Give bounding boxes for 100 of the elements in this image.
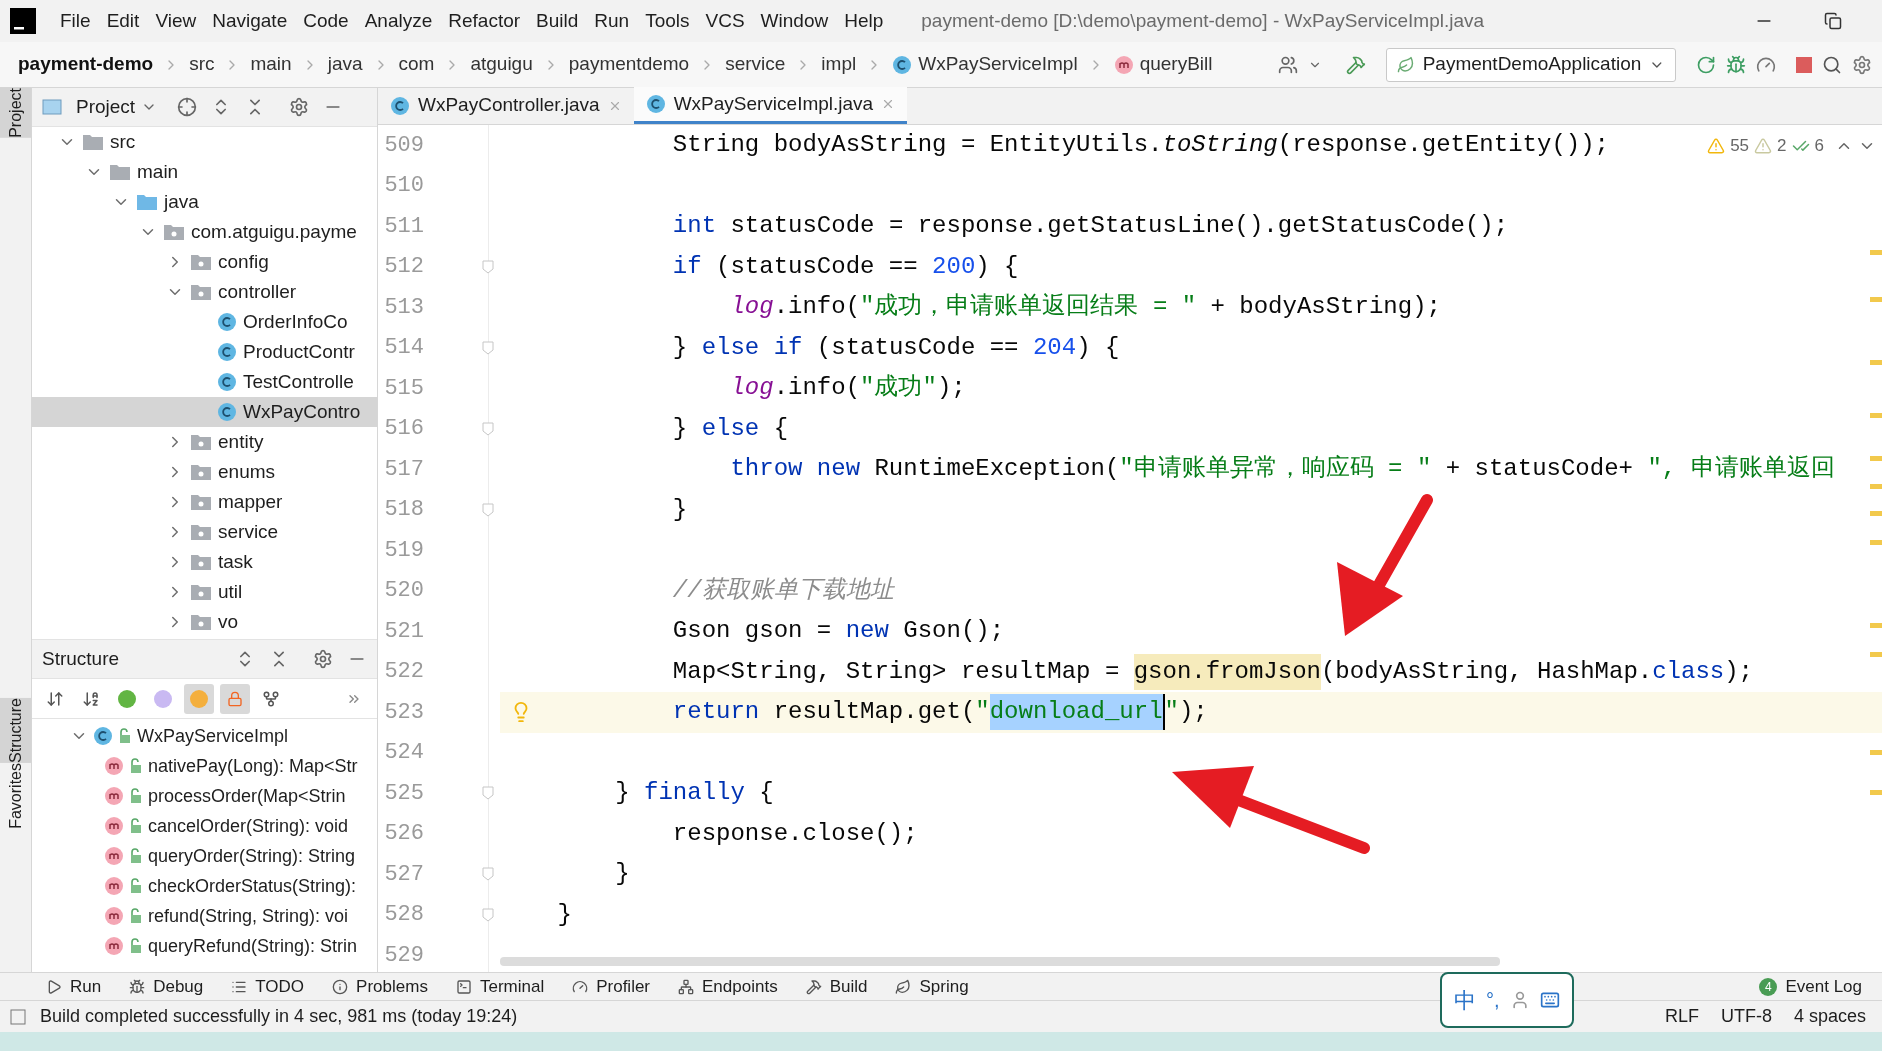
breadcrumb[interactable]: com bbox=[398, 50, 435, 79]
structure-item[interactable]: nativePay(Long): Map<Str bbox=[148, 752, 358, 780]
rerun-icon[interactable] bbox=[1696, 54, 1716, 75]
tree-row[interactable]: vo bbox=[32, 607, 377, 637]
structure-item[interactable]: queryOrder(String): String bbox=[148, 842, 356, 870]
status-item[interactable]: RLF bbox=[1664, 1003, 1699, 1030]
structure-item[interactable]: checkOrderStatus(String): bbox=[148, 872, 357, 900]
lock-icon bbox=[129, 848, 143, 864]
fold-marker-icon[interactable] bbox=[482, 502, 494, 517]
tree-row[interactable]: src bbox=[32, 127, 377, 157]
menu-item[interactable]: Edit bbox=[98, 6, 148, 36]
tree-row[interactable]: ProductContr bbox=[32, 337, 377, 367]
warning-count[interactable]: 55 bbox=[1730, 133, 1750, 159]
fold-marker-icon[interactable] bbox=[482, 907, 494, 922]
tool-window-button[interactable]: TODO bbox=[231, 973, 305, 1000]
tree-row[interactable]: mapper bbox=[32, 487, 377, 517]
menu-item[interactable]: Analyze bbox=[356, 6, 441, 36]
toggle-button[interactable] bbox=[184, 683, 214, 714]
tree-row[interactable]: OrderInfoCo bbox=[32, 307, 377, 337]
tree-label: main bbox=[137, 159, 179, 184]
menu-item[interactable]: Tools bbox=[637, 6, 698, 36]
structure-item[interactable]: queryRefund(String): Strin bbox=[148, 932, 358, 960]
keyboard-icon[interactable] bbox=[1539, 990, 1560, 1010]
settings-icon[interactable] bbox=[289, 97, 310, 117]
breadcrumb[interactable]: WxPayServiceImpl bbox=[892, 50, 1078, 79]
users-icon[interactable] bbox=[1278, 54, 1298, 75]
tool-window-button[interactable]: Terminal bbox=[455, 973, 545, 1000]
tool-window-button[interactable]: Spring bbox=[895, 973, 969, 1000]
tree-row[interactable]: enums bbox=[32, 457, 377, 487]
fold-marker-icon[interactable] bbox=[482, 259, 494, 274]
menu-item[interactable]: File bbox=[52, 6, 99, 36]
tool-window-button[interactable]: Problems bbox=[332, 973, 428, 1000]
tree-row[interactable]: java bbox=[32, 187, 377, 217]
stop-icon[interactable] bbox=[1796, 56, 1812, 73]
structure-item[interactable]: refund(String, String): voi bbox=[148, 902, 349, 930]
breadcrumb[interactable]: payment-demo bbox=[18, 50, 154, 79]
tool-window-button[interactable]: Build bbox=[805, 973, 868, 1000]
tree-row[interactable]: config bbox=[32, 247, 377, 277]
horizontal-scrollbar[interactable] bbox=[500, 957, 1500, 966]
breadcrumb[interactable]: queryBill bbox=[1113, 50, 1213, 79]
structure-item[interactable]: WxPayServiceImpl bbox=[137, 722, 289, 750]
menu-item[interactable]: Code bbox=[295, 6, 357, 36]
menu-item[interactable]: Window bbox=[752, 6, 837, 36]
tree-row[interactable]: entity bbox=[32, 427, 377, 457]
side-tab[interactable]: Favorites bbox=[0, 762, 31, 829]
breadcrumb[interactable]: main bbox=[250, 50, 292, 79]
side-tab[interactable]: Project bbox=[0, 88, 31, 138]
fold-marker-icon[interactable] bbox=[482, 340, 494, 355]
structure-item[interactable]: processOrder(Map<Strin bbox=[148, 782, 346, 810]
menu-item[interactable]: Build bbox=[528, 6, 587, 36]
tree-row[interactable]: TestControlle bbox=[32, 367, 377, 397]
breadcrumb[interactable]: src bbox=[189, 50, 215, 79]
menu-item[interactable]: VCS bbox=[697, 6, 753, 36]
project-view-dropdown[interactable]: Project bbox=[76, 92, 158, 122]
side-tab[interactable]: Structure bbox=[0, 697, 31, 763]
menu-item[interactable]: Refactor bbox=[440, 6, 529, 36]
locate-icon[interactable] bbox=[177, 97, 198, 117]
fold-marker-icon[interactable] bbox=[482, 867, 494, 882]
typo-count[interactable]: 6 bbox=[1814, 133, 1824, 159]
fold-marker-icon[interactable] bbox=[482, 421, 494, 436]
settings-icon[interactable] bbox=[313, 649, 333, 669]
status-item[interactable]: 4 spaces bbox=[1793, 1003, 1866, 1030]
tool-window-button[interactable]: Run bbox=[46, 973, 102, 1000]
breadcrumb[interactable]: java bbox=[327, 50, 363, 79]
breadcrumb[interactable]: paymentdemo bbox=[568, 50, 690, 79]
weak-warning-count[interactable]: 2 bbox=[1777, 133, 1787, 159]
hammer-icon[interactable] bbox=[1346, 54, 1366, 75]
tree-row[interactable]: controller bbox=[32, 277, 377, 307]
tree-row[interactable]: service bbox=[32, 517, 377, 547]
folder-icon bbox=[190, 583, 212, 601]
run-config-dropdown[interactable]: PaymentDemoApplication bbox=[1386, 47, 1676, 82]
menu-item[interactable]: Run bbox=[586, 6, 638, 36]
search-icon[interactable] bbox=[1822, 54, 1842, 75]
restore-icon[interactable] bbox=[1824, 12, 1842, 30]
tree-row[interactable]: com.atguigu.payme bbox=[32, 217, 377, 247]
menu-item[interactable]: View bbox=[147, 6, 205, 36]
toggle-button[interactable] bbox=[220, 683, 250, 714]
tree-row[interactable]: WxPayContro bbox=[32, 397, 377, 427]
menu-item[interactable]: Help bbox=[836, 6, 892, 36]
settings-icon[interactable] bbox=[1852, 54, 1872, 75]
punctuation-mode[interactable]: °, bbox=[1486, 985, 1500, 1015]
breadcrumb[interactable]: service bbox=[725, 50, 786, 79]
menu-item[interactable]: Navigate bbox=[204, 6, 296, 36]
breadcrumb[interactable]: impl bbox=[821, 50, 857, 79]
toggle-panel-icon[interactable] bbox=[10, 1008, 26, 1025]
tool-window-button[interactable]: Debug bbox=[129, 973, 204, 1000]
tool-window-button[interactable]: Endpoints bbox=[678, 973, 778, 1000]
structure-item[interactable]: cancelOrder(String): void bbox=[148, 812, 349, 840]
tree-row[interactable]: util bbox=[32, 577, 377, 607]
fold-marker-icon[interactable] bbox=[482, 786, 494, 801]
status-item[interactable]: UTF-8 bbox=[1720, 1003, 1772, 1030]
breadcrumb[interactable]: atguigu bbox=[470, 50, 533, 79]
event-log-button[interactable]: 4 Event Log bbox=[1759, 973, 1862, 1000]
editor-tab[interactable]: WxPayServiceImpl.java bbox=[633, 87, 908, 124]
input-mode[interactable]: 中 bbox=[1454, 983, 1476, 1017]
bug-icon[interactable] bbox=[1726, 54, 1746, 75]
tool-window-button[interactable]: Profiler bbox=[572, 973, 651, 1000]
editor-tab[interactable]: WxPayController.java bbox=[378, 87, 634, 124]
tree-row[interactable]: task bbox=[32, 547, 377, 577]
tree-row[interactable]: main bbox=[32, 157, 377, 187]
